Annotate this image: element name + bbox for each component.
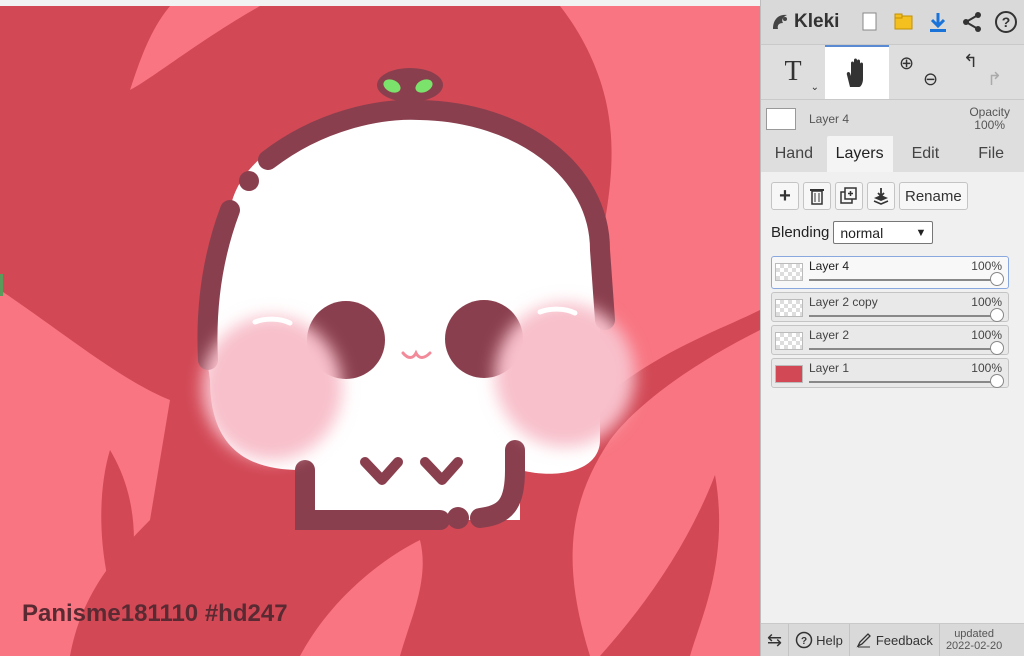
help-button[interactable]: ? bbox=[989, 0, 1023, 44]
chevron-down-icon[interactable]: ⌄ bbox=[811, 82, 819, 93]
trash-icon bbox=[810, 189, 824, 205]
layer-opacity-slider[interactable] bbox=[809, 279, 994, 281]
kleki-logo[interactable]: Kleki bbox=[761, 11, 853, 33]
open-image-button[interactable] bbox=[887, 0, 921, 44]
swap-side-button[interactable]: ⇆ bbox=[761, 624, 790, 656]
download-icon bbox=[930, 13, 946, 32]
help-icon: ? bbox=[995, 11, 1017, 33]
artist-signature: Panisme181110 #hd247 bbox=[22, 600, 288, 627]
layers-panel: + Rename Blending normal ▼ Layer 4 100% … bbox=[761, 172, 1024, 624]
blending-value: normal bbox=[840, 225, 884, 241]
open-folder-icon bbox=[894, 13, 913, 30]
share-icon bbox=[963, 12, 981, 32]
rename-layer-button[interactable]: Rename bbox=[899, 182, 968, 210]
layer-opacity-slider[interactable] bbox=[809, 315, 994, 317]
svg-text:?: ? bbox=[801, 636, 807, 647]
layer-name: Layer 2 copy bbox=[809, 295, 878, 309]
current-layer-opacity: Opacity 100% bbox=[969, 106, 1010, 132]
duplicate-icon bbox=[840, 187, 857, 204]
blending-select[interactable]: normal ▼ bbox=[833, 221, 934, 244]
layer-opacity-handle[interactable] bbox=[990, 308, 1004, 322]
layer-opacity-handle[interactable] bbox=[990, 374, 1004, 388]
panel-tabs: Hand Layers Edit File bbox=[761, 136, 1024, 172]
layer-opacity: 100% bbox=[971, 328, 1002, 342]
zoom-out-icon[interactable]: ⊖ bbox=[923, 69, 938, 90]
merge-down-button[interactable] bbox=[867, 182, 895, 210]
add-layer-button[interactable]: + bbox=[771, 182, 799, 210]
current-layer-thumbnail bbox=[766, 108, 796, 130]
hand-tool-button[interactable] bbox=[825, 45, 889, 99]
swap-arrows-icon: ⇆ bbox=[767, 629, 783, 650]
blending-label: Blending bbox=[771, 224, 830, 241]
layer-thumbnail bbox=[775, 263, 803, 281]
delete-layer-button[interactable] bbox=[803, 182, 831, 210]
layer-opacity: 100% bbox=[971, 259, 1002, 273]
help-label: Help bbox=[816, 632, 843, 648]
blending-row: Blending normal ▼ bbox=[771, 221, 934, 244]
text-tool-button[interactable]: T ⌄ bbox=[761, 45, 825, 99]
zoom-buttons: ⊕ ⊖ bbox=[889, 45, 953, 99]
layer-item-layer-2[interactable]: Layer 2 100% bbox=[771, 325, 1009, 355]
undo-icon[interactable]: ↰ bbox=[963, 51, 978, 72]
opacity-value: 100% bbox=[974, 118, 1005, 132]
updated-label: updated bbox=[954, 628, 994, 640]
layer-item-layer-4[interactable]: Layer 4 100% bbox=[771, 256, 1009, 289]
layer-thumbnail bbox=[775, 365, 803, 383]
pen-icon bbox=[856, 633, 871, 648]
tool-row: T ⌄ ⊕ ⊖ ↰ ↱ bbox=[761, 45, 1024, 100]
current-layer-info: Layer 4 Opacity 100% bbox=[761, 100, 1024, 136]
feedback-label: Feedback bbox=[875, 632, 933, 648]
layer-actions: + Rename bbox=[771, 182, 968, 210]
tab-edit[interactable]: Edit bbox=[893, 136, 959, 172]
plus-icon: + bbox=[779, 184, 791, 207]
merge-down-icon bbox=[873, 188, 889, 205]
bottom-bar: ⇆ ? Help Feedback updated 2022-02-20 bbox=[761, 623, 1024, 656]
tab-file[interactable]: File bbox=[958, 136, 1024, 172]
redo-icon[interactable]: ↱ bbox=[987, 69, 1002, 90]
share-button[interactable] bbox=[955, 0, 989, 44]
layer-list: Layer 4 100% Layer 2 copy 100% Layer 2 1… bbox=[771, 256, 1009, 391]
app-name: Kleki bbox=[794, 11, 840, 32]
new-image-button[interactable] bbox=[853, 0, 887, 44]
tab-layers[interactable]: Layers bbox=[826, 136, 893, 172]
svg-text:?: ? bbox=[1002, 14, 1011, 30]
history-buttons: ↰ ↱ bbox=[953, 45, 1017, 99]
zoom-in-icon[interactable]: ⊕ bbox=[899, 53, 914, 74]
hand-icon bbox=[846, 58, 863, 87]
drawing-canvas[interactable]: Panisme181110 #hd247 bbox=[0, 0, 760, 656]
help-icon: ? bbox=[795, 631, 813, 649]
layer-item-layer-2-copy[interactable]: Layer 2 copy 100% bbox=[771, 292, 1009, 322]
layer-thumbnail bbox=[775, 299, 803, 317]
artwork bbox=[0, 0, 760, 656]
layer-item-layer-1[interactable]: Layer 1 100% bbox=[771, 358, 1009, 388]
side-panel: Kleki ? T ⌄ ⊕ ⊖ ↰ ↱ Layer 4 Opacity 100%… bbox=[760, 0, 1024, 656]
feedback-link[interactable]: Feedback bbox=[850, 624, 940, 656]
layer-name: Layer 4 bbox=[809, 259, 850, 273]
tab-hand[interactable]: Hand bbox=[761, 136, 827, 172]
save-button[interactable] bbox=[921, 0, 955, 44]
layer-opacity-slider[interactable] bbox=[809, 348, 994, 350]
layer-opacity-handle[interactable] bbox=[990, 272, 1004, 286]
new-image-icon bbox=[862, 12, 877, 31]
layer-opacity: 100% bbox=[971, 361, 1002, 375]
kleki-logo-icon bbox=[773, 14, 787, 29]
layer-opacity: 100% bbox=[971, 295, 1002, 309]
layer-name: Layer 2 bbox=[809, 328, 850, 342]
duplicate-layer-button[interactable] bbox=[835, 182, 863, 210]
layer-opacity-slider[interactable] bbox=[809, 381, 994, 383]
chevron-down-icon: ▼ bbox=[915, 227, 927, 239]
current-layer-name: Layer 4 bbox=[809, 112, 850, 126]
help-link[interactable]: ? Help bbox=[789, 624, 850, 656]
updated-info[interactable]: updated 2022-02-20 bbox=[940, 628, 1008, 652]
text-tool-label: T bbox=[784, 56, 802, 87]
top-toolbar: Kleki ? bbox=[761, 0, 1024, 45]
updated-date: 2022-02-20 bbox=[945, 640, 1003, 652]
layer-thumbnail bbox=[775, 332, 803, 350]
layer-name: Layer 1 bbox=[809, 361, 850, 375]
layer-opacity-handle[interactable] bbox=[990, 341, 1004, 355]
